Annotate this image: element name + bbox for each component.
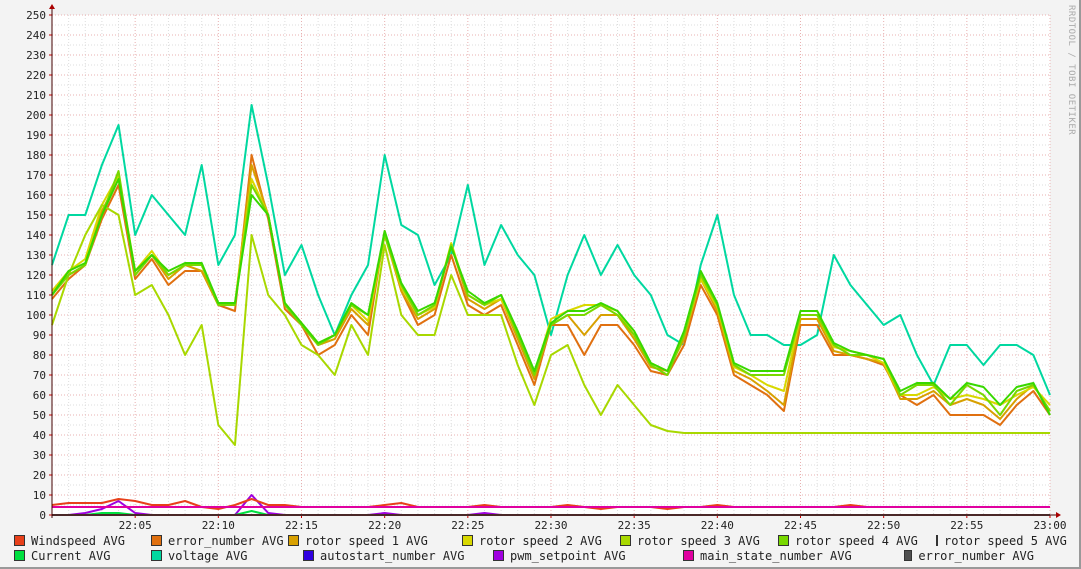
rrd-graph: 0 10 20 30 40 50 60 70 80 90 100 110 120 130 140 150 160… (0, 0, 1081, 569)
legend-item: Windspeed AVG (14, 533, 151, 548)
y-axis-arrow (49, 4, 55, 9)
x-tick-label: 22:35 (618, 519, 651, 532)
legend-item: pwm_setpoint AVG (493, 548, 683, 563)
x-tick-label: 22:45 (784, 519, 817, 532)
legend-label: voltage AVG (168, 548, 248, 563)
y-tick-label: 90 (33, 329, 46, 342)
legend-row: Current AVG voltage AVG autostart_number A… (14, 548, 1074, 563)
y-tick-label: 160 (26, 189, 46, 202)
y-tick-label: 100 (26, 309, 46, 322)
chart-plot: 0 10 20 30 40 50 60 70 80 90 100 110 120 130 140 150 160… (26, 4, 1067, 532)
legend-item: rotor speed 3 AVG (620, 533, 778, 548)
x-axis-arrow (1056, 512, 1061, 518)
legend-swatch (778, 535, 789, 546)
legend-label: error_number AVG (168, 533, 284, 548)
legend-label: main_state_number AVG (700, 548, 852, 563)
legend-item: autostart_number AVG (303, 548, 493, 563)
legend-swatch (14, 550, 25, 561)
x-tick-label: 22:25 (451, 519, 484, 532)
y-tick-label: 70 (33, 369, 46, 382)
legend-label: Windspeed AVG (31, 533, 125, 548)
y-tick-label: 30 (33, 449, 46, 462)
legend-label: autostart_number AVG (320, 548, 465, 563)
legend-item: error_number AVG (904, 548, 1034, 563)
y-tick-label: 210 (26, 89, 46, 102)
x-tick-label: 22:10 (202, 519, 235, 532)
legend-item: rotor speed 5 AVG (936, 533, 1067, 548)
y-tick-label: 120 (26, 269, 46, 282)
legend-swatch (288, 535, 299, 546)
y-tick-label: 0 (39, 509, 46, 522)
legend-swatch (151, 535, 162, 546)
x-tick-label: 22:05 (119, 519, 152, 532)
legend-swatch (14, 535, 25, 546)
y-tick-label: 230 (26, 49, 46, 62)
legend-label: rotor speed 1 AVG (305, 533, 428, 548)
y-tick-label: 60 (33, 389, 46, 402)
y-tick-label: 250 (26, 9, 46, 22)
legend-item: Current AVG (14, 548, 151, 563)
legend-row: Windspeed AVG error_number AVG rotor speed… (14, 533, 1074, 548)
legend: Windspeed AVG error_number AVG rotor speed… (14, 533, 1074, 563)
legend-swatch (683, 550, 694, 561)
legend-label: Current AVG (31, 548, 111, 563)
y-tick-label: 40 (33, 429, 46, 442)
legend-label: pwm_setpoint AVG (510, 548, 626, 563)
legend-item: rotor speed 1 AVG (288, 533, 462, 548)
x-tick-label: 22:20 (368, 519, 401, 532)
y-tick-label: 50 (33, 409, 46, 422)
y-tick-label: 140 (26, 229, 46, 242)
legend-item: voltage AVG (151, 548, 303, 563)
y-tick-label: 240 (26, 29, 46, 42)
y-tick-label: 180 (26, 149, 46, 162)
x-tick-label: 22:30 (534, 519, 567, 532)
legend-label: error_number AVG (918, 548, 1034, 563)
y-tick-label: 20 (33, 469, 46, 482)
y-tick-label: 200 (26, 109, 46, 122)
legend-swatch (151, 550, 162, 561)
watermark: RRDTOOL / TOBI OETIKER (1066, 5, 1076, 136)
y-tick-label: 10 (33, 489, 46, 502)
y-tick-label: 170 (26, 169, 46, 182)
legend-item: rotor speed 2 AVG (462, 533, 620, 548)
legend-label: rotor speed 5 AVG (944, 533, 1067, 548)
y-tick-label: 150 (26, 209, 46, 222)
legend-item: rotor speed 4 AVG (778, 533, 936, 548)
legend-label: rotor speed 3 AVG (637, 533, 760, 548)
x-tick-label: 22:15 (285, 519, 318, 532)
legend-swatch (303, 550, 314, 561)
y-tick-label: 110 (26, 289, 46, 302)
legend-swatch (462, 535, 473, 546)
legend-swatch (620, 535, 631, 546)
legend-swatch (493, 550, 504, 561)
x-tick-label: 22:50 (867, 519, 900, 532)
legend-label: rotor speed 2 AVG (479, 533, 602, 548)
y-tick-label: 130 (26, 249, 46, 262)
y-tick-label: 80 (33, 349, 46, 362)
y-tick-label: 220 (26, 69, 46, 82)
legend-label: rotor speed 4 AVG (795, 533, 918, 548)
legend-swatch (904, 550, 913, 561)
legend-item: main_state_number AVG (683, 548, 904, 563)
y-tick-label: 190 (26, 129, 46, 142)
x-tick-label: 22:40 (701, 519, 734, 532)
legend-swatch (936, 535, 938, 546)
x-tick-label: 22:55 (950, 519, 983, 532)
legend-item: error_number AVG (151, 533, 288, 548)
x-tick-label: 23:00 (1033, 519, 1066, 532)
